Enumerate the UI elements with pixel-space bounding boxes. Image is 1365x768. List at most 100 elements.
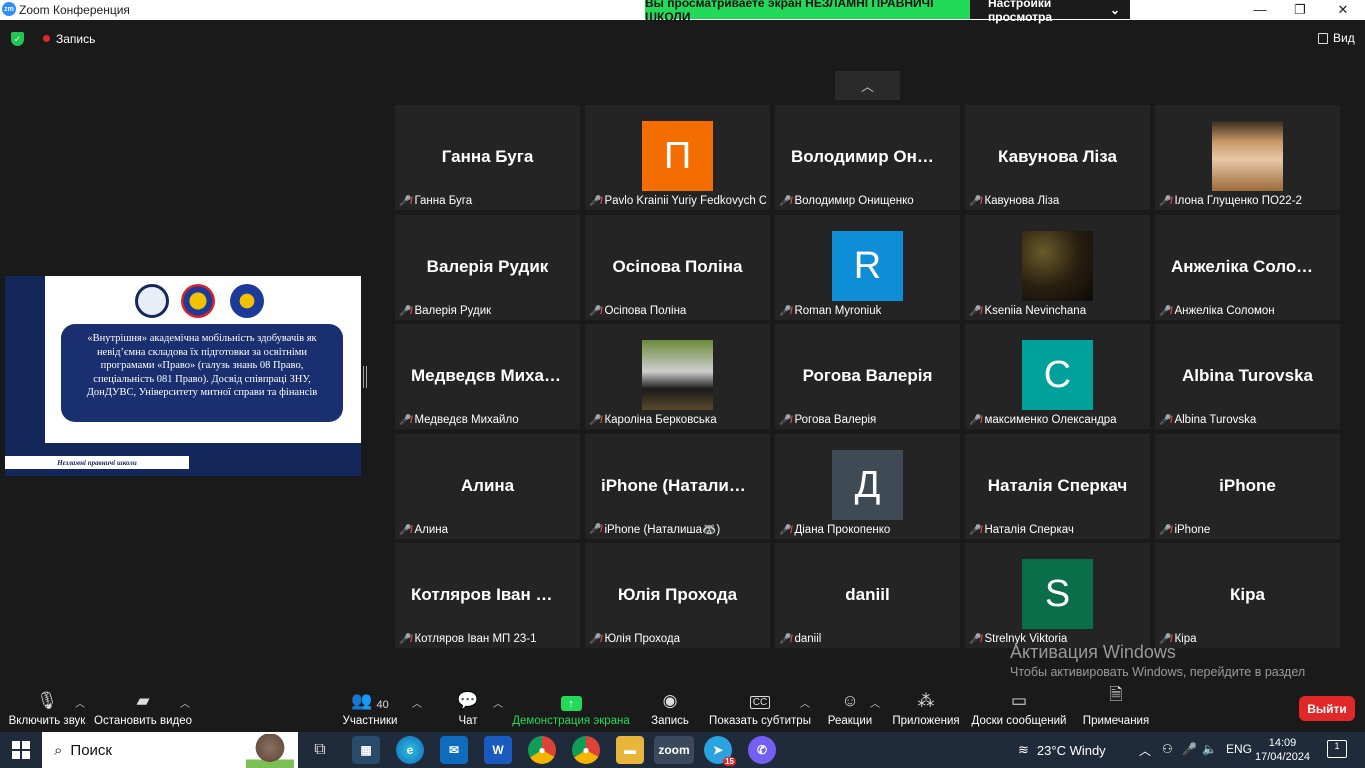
- participant-tile[interactable]: С 🎤̸ максименко Олександра: [965, 324, 1150, 429]
- participant-tile[interactable]: R 🎤̸ Roman Myroniuk: [775, 215, 960, 320]
- maximize-icon[interactable]: ❐: [1290, 2, 1310, 18]
- system-clock[interactable]: 14:09 17/04/2024: [1255, 736, 1310, 764]
- screen-share-banner: Вы просматриваете экран НЕЗЛАМНІ ПРАВНИЧ…: [645, 0, 970, 24]
- windows-start-icon[interactable]: [12, 741, 30, 759]
- view-button[interactable]: Вид: [1318, 31, 1355, 45]
- slide: «Внутрішня» академічна мобільність здобу…: [45, 276, 361, 443]
- participant-tile[interactable]: 🎤̸ Kseniia Nevinchana: [965, 215, 1150, 320]
- participant-tile[interactable]: Д 🎤̸ Діана Прокопенко: [775, 434, 960, 539]
- participant-tile[interactable]: 🎤̸ Ілона Глущенко ПО22-2: [1155, 105, 1340, 210]
- participant-tile[interactable]: Рогова Валерія 🎤̸ Рогова Валерія: [775, 324, 960, 429]
- reactions-caret-icon[interactable]: ︿: [870, 695, 880, 710]
- recording-label: Запись: [56, 32, 96, 46]
- telegram-icon[interactable]: ➤ 15: [704, 736, 736, 766]
- window-title: Zoom Конференция: [19, 3, 130, 17]
- chevron-up-icon: ︿: [860, 79, 874, 94]
- participant-tile[interactable]: S 🎤̸ Strelnyk Viktoria: [965, 543, 1150, 648]
- participant-tile[interactable]: Валерія Рудик 🎤̸ Валерія Рудик: [395, 215, 580, 320]
- show-hidden-icons-icon[interactable]: ︿: [1139, 742, 1151, 759]
- chat-caret-icon[interactable]: ︿: [493, 695, 503, 710]
- split-divider-handle[interactable]: [363, 366, 367, 388]
- participant-tile[interactable]: iPhone (Наталиша🦝) 🎤̸ iPhone (Наталиша🦝): [585, 434, 770, 539]
- zoom-taskbar-icon[interactable]: zoom: [654, 736, 694, 764]
- share-screen-icon: ↑: [560, 696, 582, 711]
- muted-mic-icon: 🎤̸: [399, 414, 412, 426]
- participant-avatar: Д: [832, 450, 903, 520]
- participant-name: daniil: [794, 633, 822, 645]
- apps-button[interactable]: ⁂ Приложения: [892, 685, 960, 732]
- participant-display-name: Ганна Буга: [441, 147, 534, 166]
- mail-icon[interactable]: ✉: [440, 736, 468, 764]
- participant-display-name: Алина: [460, 476, 515, 495]
- participant-name: Юлія Прохода: [604, 633, 681, 645]
- participant-tile[interactable]: daniil 🎤̸ daniil: [775, 543, 960, 648]
- participant-name: Осіпова Поліна: [604, 305, 687, 317]
- microsoft-store-icon[interactable]: ▦: [352, 736, 380, 764]
- task-view-icon[interactable]: ⧉: [306, 736, 334, 764]
- edge-browser-icon[interactable]: e: [396, 736, 424, 764]
- video-options-caret-icon[interactable]: ︿: [180, 695, 190, 710]
- leave-button[interactable]: Выйти: [1299, 696, 1355, 721]
- participant-tile[interactable]: Кіра 🎤̸ Кіра: [1155, 543, 1340, 648]
- participant-tile[interactable]: П 🎤̸Pavlo Krainii Yuriy Fedkovych Cherniv…: [585, 105, 770, 210]
- audio-options-caret-icon[interactable]: ︿: [75, 695, 85, 710]
- muted-mic-icon: 🎤̸: [399, 633, 412, 645]
- participant-tile[interactable]: Осіпова Поліна 🎤̸ Осіпова Поліна: [585, 215, 770, 320]
- muted-mic-icon: 🎤̸: [779, 305, 792, 317]
- participants-button[interactable]: 👥 40 Участники: [340, 685, 400, 732]
- muted-mic-icon: 🎤̸: [589, 523, 602, 535]
- muted-mic-icon: 🎤̸: [399, 524, 412, 536]
- show-captions-button[interactable]: CC Показать субтитры: [709, 685, 811, 732]
- muted-mic-icon: 🎤̸: [589, 414, 602, 426]
- gallery-page-up-button[interactable]: ︿: [835, 71, 900, 100]
- close-icon[interactable]: ✕: [1333, 2, 1353, 18]
- volume-icon[interactable]: 🔈: [1202, 742, 1217, 756]
- chrome-profile-icon[interactable]: ●: [572, 736, 600, 764]
- notes-button[interactable]: 🗎 Примечания: [1082, 685, 1150, 732]
- weather-text: 23°C Windy: [1036, 742, 1106, 758]
- muted-mic-icon: 🎤̸: [1159, 195, 1172, 207]
- weather-widget[interactable]: ≋ 23°C Windy: [1018, 742, 1106, 758]
- whiteboards-button[interactable]: ▭ Доски сообщений: [972, 685, 1067, 732]
- microphone-icon[interactable]: 🎤: [1182, 742, 1197, 756]
- participant-tile[interactable]: Наталія Сперкач 🎤̸ Наталія Сперкач: [965, 434, 1150, 539]
- people-icon[interactable]: ⚇: [1162, 742, 1173, 756]
- participant-name: Медведєв Михайло: [414, 414, 519, 426]
- notification-center-icon[interactable]: 1: [1327, 740, 1347, 758]
- chat-button[interactable]: 💬 Чат: [452, 685, 484, 732]
- participant-name: Володимир Онищенко: [794, 195, 914, 207]
- captions-caret-icon[interactable]: ︿: [800, 695, 810, 710]
- participant-tile[interactable]: iPhone 🎤̸ iPhone: [1155, 434, 1340, 539]
- muted-mic-icon: 🎤̸: [399, 305, 412, 317]
- chat-bubble-icon: 💬: [457, 691, 479, 710]
- participant-tile[interactable]: Юлія Прохода 🎤̸ Юлія Прохода: [585, 543, 770, 648]
- language-indicator[interactable]: ENG: [1226, 742, 1252, 756]
- minimize-icon[interactable]: —: [1250, 2, 1270, 18]
- taskbar-search[interactable]: ⌕ Поиск: [42, 732, 298, 768]
- activation-line: Чтобы активировать Windows, перейдите в …: [1010, 665, 1306, 679]
- participant-display-name: Наталія Сперкач: [987, 476, 1128, 495]
- participant-tile[interactable]: Медведєв Михайло 🎤̸ Медведєв Михайло: [395, 324, 580, 429]
- word-icon[interactable]: W: [484, 736, 512, 764]
- view-options-dropdown[interactable]: Настройки просмотра ⌄: [970, 0, 1130, 24]
- participant-tile[interactable]: Кавунова Ліза 🎤̸ Кавунова Ліза: [965, 105, 1150, 210]
- file-explorer-icon[interactable]: ▬: [616, 736, 644, 764]
- record-button[interactable]: ◉ Запись: [650, 685, 690, 732]
- participant-tile[interactable]: Алина 🎤̸ Алина: [395, 434, 580, 539]
- share-screen-button[interactable]: ↑ Демонстрация экрана: [512, 685, 630, 732]
- viber-icon[interactable]: ✆: [748, 736, 776, 764]
- muted-mic-icon: 🎤̸: [399, 195, 412, 207]
- participant-tile[interactable]: Анжеліка Соломон 🎤̸ Анжеліка Соломон: [1155, 215, 1340, 320]
- stop-video-button[interactable]: ▰ Остановить видео: [94, 685, 192, 732]
- smiley-icon: ☺: [841, 691, 859, 710]
- participant-tile[interactable]: Котляров Іван МП 23-1🎤̸Котляров Іван МП …: [395, 543, 580, 648]
- participant-tile[interactable]: 🎤̸ Кароліна Берковська: [585, 324, 770, 429]
- participant-tile[interactable]: Albina Turovska 🎤̸ Albina Turovska: [1155, 324, 1340, 429]
- reactions-button[interactable]: ☺ Реакции: [827, 685, 873, 732]
- participants-caret-icon[interactable]: ︿: [412, 695, 422, 710]
- security-shield-icon[interactable]: ✓: [11, 32, 24, 46]
- participant-name: Кіра: [1174, 633, 1197, 645]
- chrome-icon[interactable]: ●: [528, 736, 556, 764]
- participant-tile[interactable]: Ганна Буга 🎤̸ Ганна Буга: [395, 105, 580, 210]
- participant-tile[interactable]: Володимир Онищенко🎤̸Володимир Онищенко: [775, 105, 960, 210]
